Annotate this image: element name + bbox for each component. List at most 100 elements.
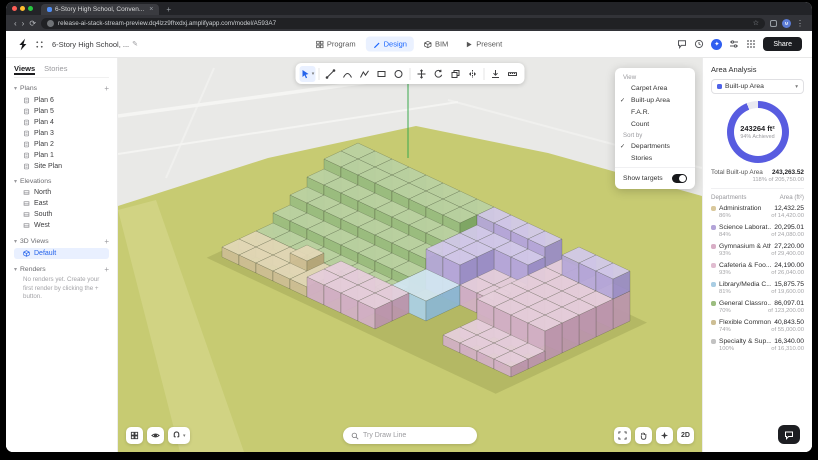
sidebar-item-3d-default[interactable]: Default [14, 248, 109, 259]
window-controls[interactable] [12, 2, 33, 15]
browser-tab[interactable]: 6-Story High School, Conven... × [41, 4, 159, 15]
chat-fab-button[interactable] [778, 425, 800, 444]
tab-present[interactable]: Present [458, 37, 509, 52]
sidebar-tab-views[interactable]: Views [14, 64, 35, 73]
tab-close-icon[interactable]: × [149, 6, 153, 13]
back-icon[interactable]: ‹ [14, 19, 17, 28]
apps-grid-icon[interactable] [746, 39, 756, 49]
left-sidebar: Views Stories ▾ Plans + Plan 6 Plan 5 Pl… [6, 58, 118, 452]
tool-copy[interactable] [448, 66, 464, 82]
department-row[interactable]: Specialty & Sup...16,340.00 100%of 16,31… [711, 338, 804, 352]
renders-section-header[interactable]: ▾ Renders + [14, 265, 109, 274]
menu-item-far[interactable]: F.A.R. [615, 106, 695, 118]
reload-icon[interactable]: ⟳ [29, 19, 36, 28]
menu-item-count[interactable]: Count [615, 118, 695, 130]
tool-arc[interactable] [340, 66, 356, 82]
check-icon: ✓ [620, 97, 625, 104]
sidebar-item-plan[interactable]: Plan 2 [14, 139, 109, 150]
visibility-button[interactable] [147, 427, 164, 444]
history-icon[interactable] [694, 39, 704, 49]
profile-avatar[interactable]: M [782, 19, 791, 28]
sidebar-item-elevation[interactable]: West [14, 220, 109, 231]
close-window-button[interactable] [12, 6, 17, 11]
fit-view-button[interactable] [614, 427, 631, 444]
department-row[interactable]: Administration12,432.25 86%of 14,420.00 [711, 205, 804, 219]
new-tab-button[interactable]: + [166, 4, 171, 15]
tab-bim[interactable]: BIM [417, 37, 455, 52]
extensions-icon[interactable] [770, 20, 777, 27]
sidebar-tab-stories[interactable]: Stories [44, 64, 67, 73]
address-bar[interactable]: release-ai-stack-stream-preview.dq4lzz9f… [41, 18, 765, 29]
department-row[interactable]: General Classro...86,097.01 70%of 123,20… [711, 300, 804, 314]
area-analysis-panel: Area Analysis Built-up Area ▾ 243264 ft²… [702, 58, 812, 452]
total-row: Total Built-up Area 243,263.52 [711, 169, 804, 176]
department-pct: 70% [719, 308, 731, 314]
assistant-badge-icon[interactable]: ✦ [711, 39, 722, 50]
settings-sliders-icon[interactable] [729, 39, 739, 49]
department-row[interactable]: Library/Media C...15,875.75 81%of 19,600… [711, 281, 804, 295]
command-search[interactable]: Try Draw Line [343, 427, 477, 444]
add-plan-button[interactable]: + [104, 84, 109, 93]
browser-menu-icon[interactable]: ⋮ [796, 19, 804, 28]
add-3d-view-button[interactable]: + [104, 237, 109, 246]
department-row[interactable]: Science Laborat...20,295.01 84%of 24,080… [711, 224, 804, 238]
search-icon [351, 432, 359, 440]
sidebar-item-plan[interactable]: Plan 4 [14, 117, 109, 128]
tool-mirror[interactable] [465, 66, 481, 82]
tool-move[interactable] [414, 66, 430, 82]
sidebar-item-elevation[interactable]: South [14, 209, 109, 220]
department-row[interactable]: Flexible Common...40,843.50 74%of 55,000… [711, 319, 804, 333]
bookmark-star-icon[interactable]: ☆ [753, 19, 759, 27]
elevations-section-header[interactable]: ▾ Elevations [14, 178, 109, 185]
maximize-window-button[interactable] [28, 6, 33, 11]
department-color-dot [711, 225, 716, 230]
tool-select[interactable]: ▾ [300, 66, 316, 82]
tool-line[interactable] [323, 66, 339, 82]
gizmo-button[interactable] [656, 427, 673, 444]
sidebar-item-elevation[interactable]: East [14, 198, 109, 209]
app-header: 6-Story High School, ... ✎ Program Desig… [6, 31, 812, 58]
toggle-2d-button[interactable]: 2D [677, 427, 694, 444]
tool-polyline[interactable] [357, 66, 373, 82]
tool-rotate[interactable] [431, 66, 447, 82]
sidebar-item-plan[interactable]: Plan 5 [14, 106, 109, 117]
site-info-icon[interactable] [47, 20, 54, 27]
snap-settings-button[interactable]: ▾ [168, 427, 190, 444]
metric-selector[interactable]: Built-up Area ▾ [711, 79, 804, 94]
sidebar-item-plan[interactable]: Plan 3 [14, 128, 109, 139]
sidebar-item-plan[interactable]: Plan 6 [14, 95, 109, 106]
add-render-button[interactable]: + [104, 265, 109, 274]
tool-measure[interactable] [505, 66, 521, 82]
project-title[interactable]: 6-Story High School, ... [52, 40, 129, 49]
tool-rectangle[interactable] [374, 66, 390, 82]
tool-circle[interactable] [391, 66, 407, 82]
tab-label: BIM [435, 40, 448, 49]
show-targets-toggle[interactable] [672, 174, 687, 183]
tab-program[interactable]: Program [309, 37, 363, 52]
comments-icon[interactable] [677, 39, 687, 49]
elevation-label: South [34, 211, 52, 218]
share-button[interactable]: Share [763, 37, 802, 51]
app-logo-icon[interactable] [16, 38, 29, 51]
plans-section-header[interactable]: ▾ Plans + [14, 84, 109, 93]
edit-title-icon[interactable]: ✎ [132, 40, 138, 48]
department-row[interactable]: Cafeteria & Foo...24,190.00 93%of 26,040… [711, 262, 804, 276]
minimize-window-button[interactable] [20, 6, 25, 11]
sidebar-item-elevation[interactable]: North [14, 187, 109, 198]
forward-icon[interactable]: › [22, 19, 25, 28]
sidebar-item-plan[interactable]: Plan 1 [14, 150, 109, 161]
layers-button[interactable] [126, 427, 143, 444]
pan-button[interactable] [635, 427, 652, 444]
sidebar-item-site-plan[interactable]: Site Plan [14, 161, 109, 172]
department-row[interactable]: Gymnasium & Ath...27,220.00 93%of 29,400… [711, 243, 804, 257]
tab-design[interactable]: Design [366, 37, 414, 52]
department-name: General Classro... [719, 300, 771, 307]
views3d-section-header[interactable]: ▾ 3D Views + [14, 237, 109, 246]
menu-item-carpet-area[interactable]: Carpet Area [615, 82, 695, 94]
workspace-switcher-icon[interactable] [35, 40, 44, 49]
menu-item-built-up-area[interactable]: ✓Built-up Area [615, 94, 695, 106]
chevron-down-icon: ▾ [14, 266, 17, 273]
menu-item-stories[interactable]: Stories [615, 152, 695, 164]
tool-import[interactable] [488, 66, 504, 82]
menu-item-departments[interactable]: ✓Departments [615, 140, 695, 152]
